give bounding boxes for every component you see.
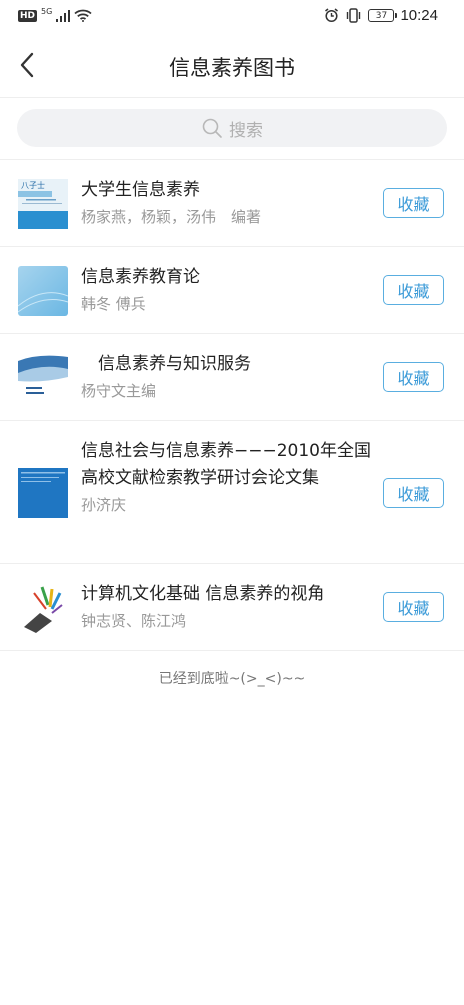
- book-author: 杨家燕，杨颖，汤伟 编著: [81, 208, 262, 226]
- list-item[interactable]: 信息素养教育论 韩冬 傅兵 收藏: [0, 247, 464, 334]
- end-of-list-note: 已经到底啦~(>_<)~~: [158, 671, 306, 687]
- status-left: HD 5G: [18, 6, 92, 22]
- book-author: 孙济庆: [81, 496, 127, 514]
- book-cover: 八子士: [18, 179, 68, 229]
- book-author: 杨守文主编: [81, 382, 157, 400]
- book-cover: [18, 266, 68, 316]
- clock: 10:24: [400, 7, 438, 24]
- page-title: 信息素养图书: [169, 56, 295, 80]
- wifi-icon: [74, 9, 92, 22]
- svg-text:八子士: 八子士: [21, 180, 45, 190]
- search-icon: [202, 118, 222, 138]
- list-item[interactable]: 信息社会与信息素养−−−2010年全国高校文献检索教学研讨会论文集 孙济庆 收藏: [0, 421, 464, 564]
- book-info: 大学生信息素养 杨家燕，杨颖，汤伟 编著: [81, 177, 371, 228]
- favorite-button[interactable]: 收藏: [383, 275, 444, 305]
- book-title: 信息素养与知识服务: [81, 354, 251, 374]
- book-cover: [18, 468, 68, 518]
- network-type: 5G: [41, 6, 53, 16]
- search-placeholder: 搜索: [229, 120, 263, 141]
- book-title: 计算机文化基础 信息素养的视角: [81, 584, 325, 604]
- favorite-button[interactable]: 收藏: [383, 592, 444, 622]
- battery-level: 37: [375, 10, 388, 21]
- signal-icon: [56, 9, 71, 22]
- book-author: 钟志贤、陈江鸿: [81, 612, 187, 630]
- vibrate-icon: [347, 8, 361, 23]
- book-title: 信息社会与信息素养−−−2010年全国高校文献检索教学研讨会论文集: [81, 441, 371, 488]
- book-author: 韩冬 傅兵: [81, 295, 146, 313]
- book-cover: [18, 583, 68, 633]
- list-item[interactable]: 八子士 大学生信息素养 杨家燕，杨颖，汤伟 编著 收藏: [0, 160, 464, 247]
- favorite-button[interactable]: 收藏: [383, 188, 444, 218]
- book-list: 八子士 大学生信息素养 杨家燕，杨颖，汤伟 编著 收藏 信息素养教育论 韩冬 傅…: [0, 160, 464, 651]
- book-info: 计算机文化基础 信息素养的视角 钟志贤、陈江鸿: [81, 581, 371, 632]
- book-title: 大学生信息素养: [81, 180, 200, 200]
- book-title: 信息素养教育论: [81, 267, 200, 287]
- book-cover: [18, 353, 68, 403]
- app-header: 信息素养图书: [0, 34, 464, 98]
- search-bar[interactable]: 搜索: [17, 109, 447, 147]
- status-bar: HD 5G 37 10:24: [0, 0, 464, 34]
- alarm-icon: [325, 8, 339, 23]
- status-right: 37 10:24: [324, 7, 438, 24]
- book-info: 信息社会与信息素养−−−2010年全国高校文献检索教学研讨会论文集 孙济庆: [81, 438, 371, 516]
- list-item[interactable]: 信息素养与知识服务 杨守文主编 收藏: [0, 334, 464, 421]
- favorite-button[interactable]: 收藏: [383, 478, 444, 508]
- battery-icon: 37: [368, 9, 398, 22]
- hd-badge: HD: [18, 9, 38, 22]
- list-item[interactable]: 计算机文化基础 信息素养的视角 钟志贤、陈江鸿 收藏: [0, 564, 464, 651]
- book-info: 信息素养教育论 韩冬 傅兵: [81, 264, 371, 315]
- favorite-button[interactable]: 收藏: [383, 362, 444, 392]
- book-info: 信息素养与知识服务 杨守文主编: [81, 351, 371, 402]
